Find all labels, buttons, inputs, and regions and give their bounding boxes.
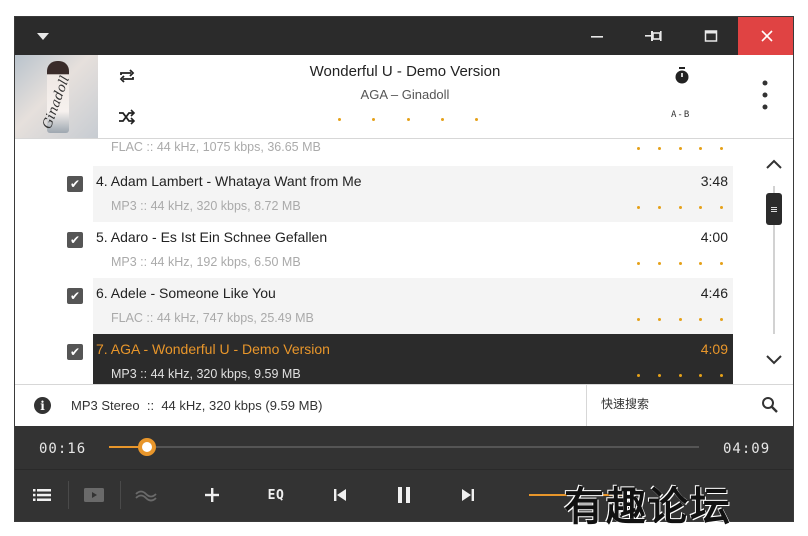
track-duration: 4:46 [700, 285, 728, 301]
repeat-button[interactable] [115, 64, 139, 88]
close-button[interactable] [738, 17, 793, 55]
track-row[interactable]: ✔ 4. Adam Lambert - Whataya Want from Me… [67, 166, 733, 222]
plus-icon [205, 488, 219, 502]
timer-icon [675, 67, 689, 84]
scroll-thumb[interactable] [766, 193, 782, 225]
menu-dropdown-icon [37, 33, 49, 40]
track-row-active[interactable]: ✔ 7. AGA - Wonderful U - Demo Version 4:… [67, 334, 733, 384]
track-duration: 4:00 [700, 229, 728, 245]
rating-dot[interactable] [338, 117, 341, 121]
minimize-button[interactable] [568, 17, 625, 55]
next-button[interactable] [455, 483, 481, 507]
more-vertical-icon [762, 80, 768, 110]
close-icon [760, 30, 773, 42]
shuffle-button[interactable] [115, 105, 139, 129]
pin-icon [644, 31, 662, 41]
ab-repeat-button[interactable]: A-B [671, 110, 690, 120]
separator [68, 481, 69, 509]
rating-dot[interactable] [440, 117, 444, 121]
add-button[interactable] [199, 483, 225, 507]
sleep-timer-button[interactable] [670, 64, 694, 88]
minimize-icon [590, 36, 603, 38]
seek-handle[interactable] [137, 438, 156, 456]
eq-button[interactable]: EQ [261, 483, 291, 507]
maximize-button[interactable] [682, 17, 739, 55]
track-duration: 4:09 [700, 341, 728, 357]
track-row[interactable]: FLAC :: 44 kHz, 1075 kbps, 36.65 MB [93, 140, 733, 162]
wave-icon [135, 490, 157, 502]
video-button[interactable] [81, 483, 107, 507]
track-title: 5. Adaro - Es Ist Ein Schnee Gefallen [96, 229, 328, 245]
track-checkbox[interactable]: ✔ [67, 176, 83, 192]
track-checkbox[interactable]: ✔ [67, 344, 83, 360]
playlist-scrollbar[interactable] [753, 140, 793, 384]
menu-dropdown-button[interactable] [15, 17, 71, 55]
quick-search [586, 385, 793, 426]
pause-button[interactable] [391, 483, 417, 507]
repeat-icon [119, 69, 135, 83]
playlist-button[interactable] [29, 483, 55, 507]
scroll-up-button[interactable] [762, 152, 786, 176]
track-checkbox[interactable]: ✔ [67, 288, 83, 304]
rating-dot[interactable] [406, 117, 410, 121]
previous-button[interactable] [327, 483, 353, 507]
track-row[interactable]: ✔ 6. Adele - Someone Like You 4:46 FLAC … [67, 278, 733, 334]
list-icon [33, 489, 51, 501]
album-cover[interactable]: Ginadoll [15, 55, 98, 138]
track-rating[interactable] [637, 262, 723, 265]
format-info: MP3 Stereo :: 44 kHz, 320 kbps (9.59 MB) [71, 398, 323, 413]
maximize-icon [704, 30, 717, 42]
now-playing-header: Ginadoll Wonderful U - Demo Version AGA … [15, 55, 793, 139]
chevron-up-icon [766, 159, 782, 169]
separator [120, 481, 121, 509]
track-title: 7. AGA - Wonderful U - Demo Version [96, 341, 330, 357]
now-playing-title: Wonderful U - Demo Version [309, 63, 501, 80]
track-row[interactable]: ✔ 5. Adaro - Es Ist Ein Schnee Gefallen … [67, 222, 733, 278]
playlist: FLAC :: 44 kHz, 1075 kbps, 36.65 MB ✔ 4.… [15, 140, 753, 384]
track-meta: MP3 :: 44 kHz, 192 kbps, 6.50 MB [111, 255, 301, 269]
now-playing-artist: AGA – Ginadoll [360, 87, 450, 102]
track-rating[interactable] [637, 318, 723, 321]
previous-icon [334, 489, 346, 501]
track-rating[interactable] [637, 374, 723, 377]
title-bar [15, 17, 793, 55]
pin-button[interactable] [625, 17, 682, 55]
track-duration: 3:48 [700, 173, 728, 189]
rating-dot[interactable] [372, 117, 376, 121]
search-input[interactable] [601, 397, 751, 411]
track-rating[interactable] [637, 147, 723, 150]
track-meta: MP3 :: 44 kHz, 320 kbps, 8.72 MB [111, 199, 301, 213]
video-icon [84, 488, 104, 502]
player-window: Ginadoll Wonderful U - Demo Version AGA … [14, 16, 794, 522]
more-options-button[interactable] [753, 80, 777, 110]
next-icon [462, 489, 474, 501]
track-title: 4. Adam Lambert - Whataya Want from Me [96, 173, 362, 189]
scroll-down-button[interactable] [762, 348, 786, 372]
seek-bar[interactable] [109, 438, 699, 456]
chevron-down-icon [766, 355, 782, 365]
track-title: 6. Adele - Someone Like You [96, 285, 276, 301]
total-time: 04:09 [723, 441, 771, 457]
info-bar: i MP3 Stereo :: 44 kHz, 320 kbps (9.59 M… [15, 384, 793, 426]
rating-dot[interactable] [475, 117, 478, 121]
transport-divider [15, 469, 793, 470]
info-icon[interactable]: i [34, 397, 51, 414]
track-meta: FLAC :: 44 kHz, 747 kbps, 25.49 MB [111, 311, 314, 325]
track-meta: FLAC :: 44 kHz, 1075 kbps, 36.65 MB [111, 140, 321, 154]
pause-icon [398, 487, 410, 503]
search-icon[interactable] [761, 396, 779, 414]
visualizer-button[interactable] [133, 483, 159, 507]
now-playing-rating[interactable] [338, 109, 478, 129]
track-checkbox[interactable]: ✔ [67, 232, 83, 248]
watermark: 有趣论坛 [564, 483, 732, 530]
track-meta: MP3 :: 44 kHz, 320 kbps, 9.59 MB [111, 367, 301, 381]
elapsed-time: 00:16 [39, 441, 87, 457]
shuffle-icon [119, 109, 136, 125]
track-rating[interactable] [637, 206, 723, 209]
